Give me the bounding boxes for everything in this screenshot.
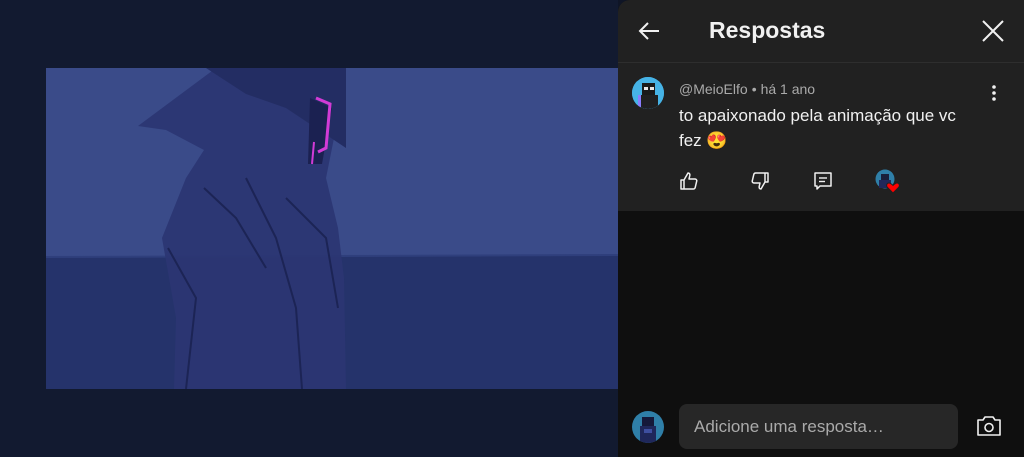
back-button[interactable] [632,14,666,48]
app-root: Respostas @MeioElfo • há 1 ano to apaixo… [0,0,1024,457]
creator-heart-icon [875,169,900,194]
replies-panel: Respostas @MeioElfo • há 1 ano to apaixo… [618,0,1024,457]
avatar [632,411,664,443]
video-still-image [46,68,618,389]
close-button[interactable] [976,14,1010,48]
camera-button[interactable] [974,411,1004,441]
panel-header: Respostas [618,0,1024,62]
arrow-left-icon [638,22,659,40]
comment-meta: @MeioElfo • há 1 ano [679,81,815,97]
panel-title: Respostas [709,17,826,43]
user-avatar-image [632,411,664,443]
creator-heart-badge [875,169,901,195]
more-options-button[interactable] [982,81,1006,105]
reply-button[interactable] [811,169,835,193]
more-vert-icon [992,85,996,101]
parent-comment: @MeioElfo • há 1 ano to apaixonado pela an… [618,62,1024,211]
author-avatar-image [632,77,664,109]
video-player[interactable] [0,0,618,457]
video-frame[interactable] [46,68,618,389]
like-icon [680,172,698,190]
reply-icon [814,172,832,190]
like-button[interactable] [677,169,701,193]
camera-icon [977,416,1001,436]
close-icon [982,20,1004,42]
meta-separator: • [751,81,757,97]
comment-author[interactable]: @MeioElfo [679,81,748,97]
dislike-icon [751,172,769,190]
avatar[interactable] [632,77,664,109]
comment-time: há 1 ano [760,81,816,97]
comment-text: to apaixonado pela animação que vc fez 😍 [679,106,956,150]
reply-composer [618,398,1024,457]
reply-input[interactable] [679,404,958,449]
dislike-button[interactable] [748,169,772,193]
